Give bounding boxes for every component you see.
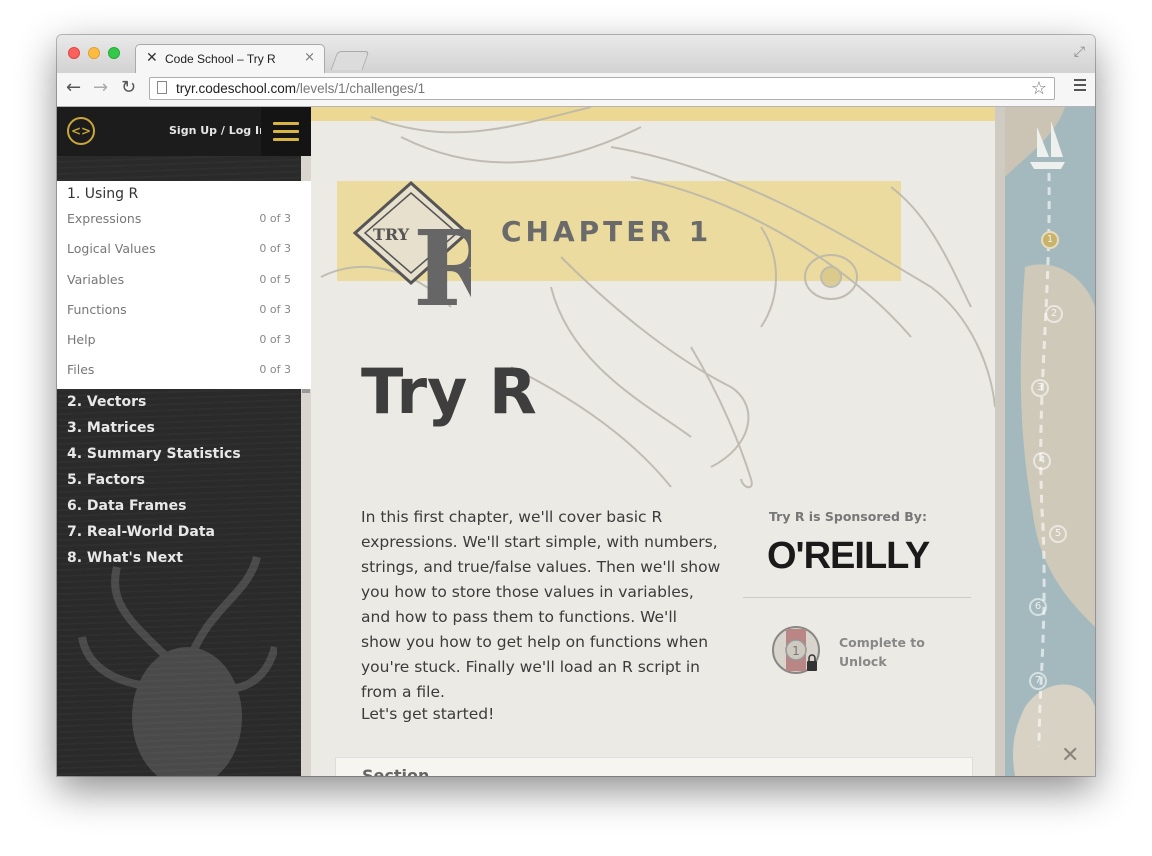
chapter-link[interactable]: 7. Real-World Data <box>67 522 241 548</box>
lesson-count: 0 of 3 <box>259 242 291 255</box>
section-card: Section <box>335 757 973 776</box>
map-node[interactable]: 4 <box>1033 452 1051 470</box>
tab-close-icon[interactable]: × <box>304 50 315 65</box>
treasure-map-icon: ✕ <box>1005 107 1095 776</box>
section-label: Section <box>362 766 430 776</box>
lesson-item[interactable]: Files 0 of 3 <box>67 362 291 377</box>
lesson-item[interactable]: Variables 0 of 5 <box>67 272 291 287</box>
lesson-count: 0 of 3 <box>259 303 291 316</box>
tab-bar: ✕ Code School – Try R × ⤢ <box>57 35 1095 73</box>
chapter-link[interactable]: 8. What's Next <box>67 548 241 574</box>
divider <box>743 597 971 598</box>
main-content: TRY R CHAPTER 1 Try R In this first chap… <box>311 107 995 776</box>
progress-map: ✕ 1 2 3 4 5 6 7 <box>1005 107 1095 776</box>
codeschool-logo-icon[interactable]: <> <box>67 117 95 145</box>
map-node[interactable]: 6 <box>1029 598 1047 616</box>
back-button[interactable]: ← <box>66 77 81 99</box>
url-host: tryr.codeschool.com <box>176 81 297 96</box>
address-bar[interactable]: tryr.codeschool.com/levels/1/challenges/… <box>149 77 1055 100</box>
sponsor-title: Try R is Sponsored By: <box>769 509 927 524</box>
tab-title: Code School – Try R <box>165 52 276 66</box>
locked-badge-icon: 1 <box>772 626 820 674</box>
map-node[interactable]: 5 <box>1049 525 1067 543</box>
browser-window: ✕ Code School – Try R × ⤢ ← → ↻ tryr.cod… <box>57 35 1095 776</box>
page-icon <box>157 81 167 94</box>
svg-text:✕: ✕ <box>1061 743 1079 768</box>
zoom-window-button[interactable] <box>108 47 120 59</box>
signup-login-link[interactable]: Sign Up / Log In <box>169 124 267 137</box>
octopus-silhouette-icon <box>78 555 277 776</box>
menu-toggle-button[interactable] <box>261 107 311 156</box>
minimize-window-button[interactable] <box>88 47 100 59</box>
url-text[interactable]: tryr.codeschool.com/levels/1/challenges/… <box>176 81 425 96</box>
lesson-count: 0 of 3 <box>259 333 291 346</box>
oreilly-logo[interactable]: O'REILLY <box>767 535 930 578</box>
browser-menu-icon[interactable] <box>1074 79 1086 94</box>
chapter-link[interactable]: 4. Summary Statistics <box>67 444 241 470</box>
lesson-label: Variables <box>67 272 125 287</box>
tryr-badge-icon: TRY R <box>352 180 471 330</box>
lesson-item[interactable]: Functions 0 of 3 <box>67 302 291 317</box>
browser-toolbar: ← → ↻ tryr.codeschool.com/levels/1/chall… <box>57 73 1095 107</box>
unlock-text: Complete to Unlock <box>839 635 925 669</box>
current-chapter-panel: 1. Using R Expressions 0 of 3 Logical Va… <box>57 181 311 389</box>
close-window-button[interactable] <box>68 47 80 59</box>
chapter-link[interactable]: 6. Data Frames <box>67 496 241 522</box>
fullscreen-icon[interactable]: ⤢ <box>1074 44 1085 60</box>
map-node[interactable]: 2 <box>1045 305 1063 323</box>
lesson-item[interactable]: Logical Values 0 of 3 <box>67 241 291 256</box>
forward-button[interactable]: → <box>93 77 108 99</box>
chapter-intro: In this first chapter, we'll cover basic… <box>361 508 721 701</box>
get-started-text: Let's get started! <box>361 705 495 723</box>
bookmark-star-icon[interactable]: ☆ <box>1031 78 1047 99</box>
url-path: /levels/1/challenges/1 <box>296 81 426 96</box>
main-scroll-edge <box>995 107 1005 776</box>
chapter-label: CHAPTER 1 <box>501 215 713 248</box>
sidebar-scroll-thumb[interactable] <box>302 389 310 393</box>
current-chapter-title[interactable]: 1. Using R <box>67 186 138 202</box>
browser-tab[interactable]: ✕ Code School – Try R × <box>135 44 325 73</box>
chapter-link[interactable]: 2. Vectors <box>67 392 241 418</box>
lesson-label: Files <box>67 362 95 377</box>
svg-text:R: R <box>413 207 471 330</box>
chapter-link[interactable]: 5. Factors <box>67 470 241 496</box>
lesson-label: Expressions <box>67 211 142 226</box>
page-title: Try R <box>361 355 537 428</box>
svg-text:TRY: TRY <box>373 225 410 244</box>
chapter-link[interactable]: 3. Matrices <box>67 418 241 444</box>
site-header: <> Sign Up / Log In <box>57 107 311 156</box>
new-tab-button[interactable] <box>330 51 370 70</box>
lesson-item[interactable]: Expressions 0 of 3 <box>67 211 291 226</box>
reload-button[interactable]: ↻ <box>121 77 136 99</box>
lesson-label: Logical Values <box>67 241 156 256</box>
badge-number: 1 <box>792 644 800 658</box>
lesson-count: 0 of 3 <box>259 363 291 376</box>
map-node[interactable]: 3 <box>1031 379 1049 397</box>
lesson-count: 0 of 3 <box>259 212 291 225</box>
page-content: <> Sign Up / Log In 1. Using R Expressio… <box>57 107 1095 776</box>
lesson-count: 0 of 5 <box>259 273 291 286</box>
map-node[interactable]: 7 <box>1029 672 1047 690</box>
chapter-list: 2. Vectors 3. Matrices 4. Summary Statis… <box>67 392 241 574</box>
map-node[interactable]: 1 <box>1041 231 1059 249</box>
lesson-label: Help <box>67 332 96 347</box>
codeschool-favicon-icon: ✕ <box>146 50 158 66</box>
lesson-label: Functions <box>67 302 127 317</box>
lesson-item[interactable]: Help 0 of 3 <box>67 332 291 347</box>
